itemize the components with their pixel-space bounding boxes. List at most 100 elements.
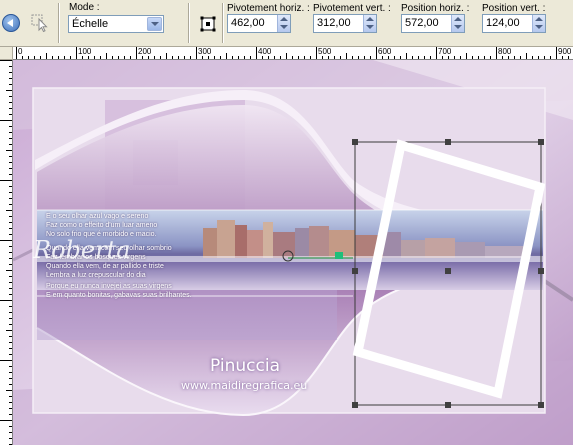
ruler-tick [9, 252, 12, 253]
position-h-input[interactable]: 572,00 [401, 14, 465, 33]
ruler-tick-label: 800 [498, 47, 512, 56]
ruler-tick [9, 324, 12, 325]
ruler-tick [160, 56, 161, 59]
ruler-tick [9, 342, 12, 343]
ruler-tick [334, 56, 335, 59]
ruler-tick [358, 56, 359, 59]
ruler-tick [172, 56, 173, 59]
ruler-tick [76, 47, 77, 59]
poem-line: E em quanto bonitas, gabavas suas brilha… [46, 292, 192, 299]
ruler-tick [208, 56, 209, 59]
image-canvas[interactable]: E o seu olhar azul vago e sereno Faz com… [13, 60, 573, 445]
spin-arrows-icon[interactable] [277, 15, 290, 32]
ruler-tick [436, 47, 437, 59]
ruler-tick [262, 56, 263, 59]
ruler-tick [9, 222, 12, 223]
ruler-tick [9, 126, 12, 127]
ruler-tick [232, 56, 233, 59]
ruler-tick [9, 354, 12, 355]
spin-arrows-icon[interactable] [363, 15, 376, 32]
ruler-tick [9, 228, 12, 229]
ruler-tick [9, 372, 12, 373]
ruler-tick [9, 312, 12, 313]
ruler-tick-label: 100 [78, 47, 92, 56]
ruler-tick [346, 53, 347, 59]
ruler-tick [6, 150, 12, 151]
ruler-tick [9, 282, 12, 283]
pivot-v-input[interactable]: 312,00 [313, 14, 377, 33]
ruler-tick [124, 56, 125, 59]
ruler-tick [166, 53, 167, 59]
ruler-tick [9, 96, 12, 97]
ruler-tick-label: 400 [258, 47, 272, 56]
ruler-tick [6, 270, 12, 271]
ruler-tick [9, 318, 12, 319]
ruler-tick [9, 246, 12, 247]
ruler-tick [9, 288, 12, 289]
position-v-input[interactable]: 124,00 [482, 14, 546, 33]
ruler-tick [286, 53, 287, 59]
ruler-tick [9, 348, 12, 349]
ruler-tick [9, 264, 12, 265]
ruler-tick [490, 56, 491, 59]
chevron-down-icon[interactable] [147, 17, 162, 31]
poem-line: Porque eu nunca invejei as suas virgens [46, 283, 172, 290]
ruler-tick [292, 56, 293, 59]
mode-select[interactable]: Échelle [68, 15, 164, 33]
ruler-tick [9, 396, 12, 397]
ruler-tick [250, 56, 251, 59]
vertical-ruler[interactable] [0, 60, 13, 445]
ruler-tick [9, 186, 12, 187]
ruler-tick [9, 72, 12, 73]
ruler-tick [52, 56, 53, 59]
ruler-tick [9, 138, 12, 139]
ruler-tick [412, 56, 413, 59]
deform-mode-icon[interactable] [199, 15, 217, 33]
ruler-tick [9, 174, 12, 175]
toolbar-separator [188, 3, 190, 43]
ruler-tick [298, 56, 299, 59]
ruler-tick [568, 56, 569, 59]
ruler-tick [0, 300, 12, 301]
ruler-tick [70, 56, 71, 59]
horizontal-ruler[interactable]: 0 100 200 300 400 500 600 700 800 900 [13, 47, 573, 60]
ruler-tick [550, 56, 551, 59]
ruler-tick [0, 360, 12, 361]
ruler-tick [562, 56, 563, 59]
ruler-tick [0, 180, 12, 181]
spin-arrows-icon[interactable] [532, 15, 545, 32]
ruler-tick [0, 240, 12, 241]
ruler-tick [9, 108, 12, 109]
ruler-tick [556, 47, 557, 59]
ruler-tick [34, 56, 35, 59]
ruler-tick [9, 402, 12, 403]
ruler-tick [532, 56, 533, 59]
ruler-tick-label: 200 [138, 47, 152, 56]
ruler-tick [9, 132, 12, 133]
ruler-tick [94, 56, 95, 59]
spin-arrows-icon[interactable] [451, 15, 464, 32]
ruler-tick [340, 56, 341, 59]
ruler-tick-label: 600 [378, 47, 392, 56]
back-arrow-icon[interactable] [2, 14, 20, 32]
ruler-tick [442, 56, 443, 59]
ruler-tick [9, 432, 12, 433]
ruler-tick [448, 56, 449, 59]
ruler-tick [538, 56, 539, 59]
ruler-tick [400, 56, 401, 59]
pivot-h-input[interactable]: 462,00 [227, 14, 291, 33]
ruler-tick [9, 102, 12, 103]
ruler-tick [382, 56, 383, 59]
ruler-tick [244, 56, 245, 59]
pick-tool-icon[interactable] [30, 13, 50, 33]
ruler-tick [184, 56, 185, 59]
pivot-v-value: 312,00 [317, 17, 351, 29]
ruler-tick [466, 53, 467, 59]
ruler-tick [376, 47, 377, 59]
tool-options-toolbar: Mode : Échelle Pivotement horiz. : 462,0… [0, 0, 573, 47]
ruler-tick [214, 56, 215, 59]
mode-value: Échelle [72, 18, 109, 30]
pivot-v-label: Pivotement vert. : [313, 3, 391, 14]
ruler-tick [9, 276, 12, 277]
ruler-tick [9, 384, 12, 385]
